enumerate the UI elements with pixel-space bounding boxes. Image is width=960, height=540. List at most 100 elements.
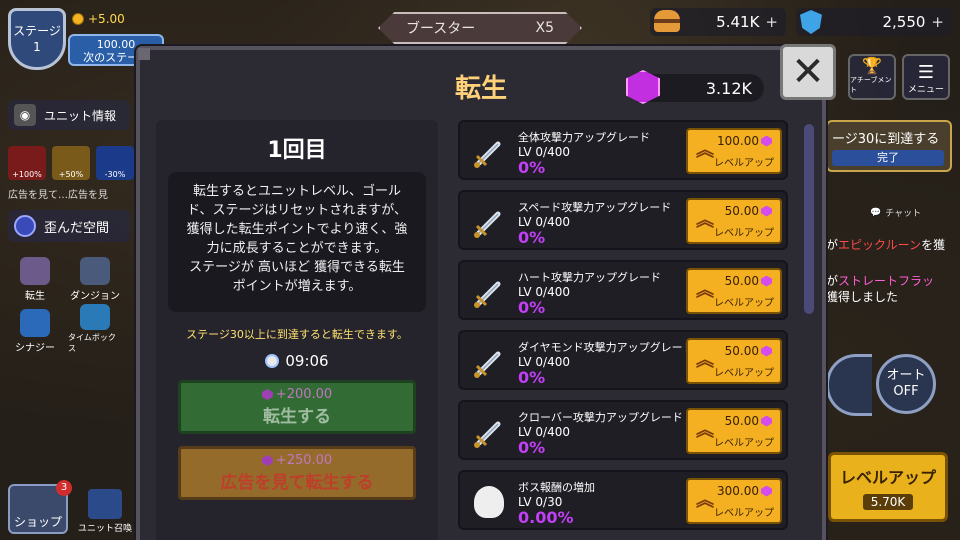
dungeon-menu-label: ダンジョン <box>70 291 120 302</box>
rebirth-info-panel: 1回目 転生するとユニットレベル、ゴール ド、ステージはリセットされますが、 獲… <box>156 120 438 540</box>
upgrade-percent: 0.00% <box>518 508 574 527</box>
rebirth-menu-label: 転生 <box>25 291 45 302</box>
unit-info-toggle[interactable]: ◉ ユニット情報 <box>8 100 130 130</box>
rebirth-reward: +200.00 <box>261 387 332 402</box>
chat-highlight: ストレートフラッ <box>838 274 935 288</box>
booster-bar[interactable]: ブースター X5 <box>378 12 582 44</box>
upgrade-cost-value: 50.00 <box>724 274 759 288</box>
upgrade-name: ダイヤモンド攻撃力アップグレード <box>518 341 694 354</box>
upgrade-row: ダイヤモンド攻撃力アップグレード LV 0/400 0% ︽ 50.00 レベルアップ <box>458 330 788 390</box>
upgrade-name: スペード攻撃力アップグレード <box>518 201 672 214</box>
dungeon-menu-button[interactable]: ダンジョン <box>68 252 122 302</box>
upgrade-levelup-button[interactable]: ︽ 100.00 レベルアップ <box>686 128 782 174</box>
upgrade-percent: 0% <box>518 298 546 317</box>
upgrade-levelup-button[interactable]: ︽ 50.00 レベルアップ <box>686 408 782 454</box>
double-chevron-up-icon: ︽ <box>696 420 714 441</box>
ad-rebirth-reward: +250.00 <box>261 453 333 468</box>
quest-panel[interactable]: ージ30に到達する 完了 <box>826 120 952 172</box>
upgrade-level: LV 0/400 <box>518 285 570 299</box>
modal-gem-counter: 3.12K <box>626 70 764 104</box>
gem-plus-icon[interactable]: + <box>931 13 944 31</box>
double-chevron-up-icon: ︽ <box>696 210 714 231</box>
gem-counter[interactable]: 2,550 + <box>796 8 952 36</box>
rebirth-button-label: 転生する <box>263 407 331 427</box>
upgrade-level: LV 0/400 <box>518 425 570 439</box>
upgrade-cost: 100.00 <box>717 134 772 148</box>
booster-label: ブースター <box>406 21 476 37</box>
upgrade-cost-value: 50.00 <box>724 414 759 428</box>
upgrade-name: ハート攻撃力アップグレード <box>518 271 661 284</box>
double-chevron-up-icon: ︽ <box>696 280 714 301</box>
upgrade-levelup-button[interactable]: ︽ 50.00 レベルアップ <box>686 338 782 384</box>
achievement-button[interactable]: 🏆 アチーブメント <box>848 54 896 100</box>
stage-badge[interactable]: ステージ 1 <box>8 8 66 70</box>
skull-icon <box>474 486 504 518</box>
gold-per-value: +5.00 <box>88 12 125 26</box>
cooldown-buff-value: -30% <box>104 170 126 179</box>
flag-icon <box>88 489 122 519</box>
upgrade-level: LV 0/30 <box>518 495 563 509</box>
upgrade-cost-value: 100.00 <box>717 134 759 148</box>
gold-counter[interactable]: 5.41K + <box>650 8 786 36</box>
upgrade-cost: 50.00 <box>725 344 772 358</box>
upgrade-cost: 300.00 <box>717 484 772 498</box>
gold-plus-icon[interactable]: + <box>765 13 778 31</box>
gem-icon <box>761 485 772 497</box>
upgrade-levelup-button[interactable]: ︽ 50.00 レベルアップ <box>686 198 782 244</box>
upgrade-percent: 0% <box>518 158 546 177</box>
timebox-menu-button[interactable]: タイムボックス <box>68 304 122 354</box>
ad-rebirth-button-label: 広告を見て転生する <box>220 473 374 493</box>
distorted-space-button[interactable]: 歪んだ空間 <box>8 210 130 242</box>
gold-buff[interactable]: +50% <box>52 146 90 180</box>
main-levelup-button[interactable]: レベルアップ 5.70K <box>828 452 948 522</box>
rebirth-round: 1回目 <box>267 138 327 163</box>
menu-button[interactable]: ☰ メニュー <box>902 54 950 100</box>
attack-buff[interactable]: +100% <box>8 146 46 180</box>
cooldown-buff[interactable]: -30% <box>96 146 134 180</box>
gem-icon <box>761 135 772 147</box>
upgrade-row: ハート攻撃力アップグレード LV 0/400 0% ︽ 50.00 レベルアップ <box>458 260 788 320</box>
gem-resource-icon <box>800 10 822 34</box>
gem-icon <box>261 455 273 466</box>
shop-notification-badge: 3 <box>56 480 72 496</box>
chat-text: が <box>826 238 839 252</box>
main-levelup-cost: 5.70K <box>862 494 914 510</box>
upgrade-level: LV 0/400 <box>518 215 570 229</box>
timer-value: 09:06 <box>285 352 329 370</box>
portal-icon <box>14 215 36 237</box>
auto-toggle-button[interactable]: オート OFF <box>876 354 936 414</box>
unit-summon-button[interactable]: ユニット召喚 <box>76 484 134 534</box>
upgrade-button-label: レベルアップ <box>714 158 774 169</box>
book-icon <box>20 309 50 337</box>
rebirth-menu-button[interactable]: 転生 <box>8 252 62 302</box>
chat-header[interactable]: 💬 チャット <box>870 206 921 220</box>
upgrade-levelup-button[interactable]: ︽ 300.00 レベルアップ <box>686 478 782 524</box>
frame-corner <box>138 48 150 60</box>
stopwatch-icon <box>265 354 280 368</box>
upgrade-button-label: レベルアップ <box>714 368 774 379</box>
sword-icon <box>472 136 506 170</box>
upgrade-levelup-button[interactable]: ︽ 50.00 レベルアップ <box>686 268 782 314</box>
sword-icon <box>472 346 506 380</box>
booster-multiplier: X5 <box>535 20 555 36</box>
upgrade-button-label: レベルアップ <box>714 228 774 239</box>
upgrade-row: クローバー攻撃力アップグレード LV 0/400 0% ︽ 50.00 レベルアップ <box>458 400 788 460</box>
upgrade-list[interactable]: 全体攻撃力アップグレード LV 0/400 0% ︽ 100.00 レベルアップ スペード攻… <box>458 120 796 540</box>
quest-done-button[interactable]: 完了 <box>832 150 944 166</box>
upgrade-cost-value: 300.00 <box>717 484 759 498</box>
chat-icon: 💬 <box>870 207 882 218</box>
ad-rebirth-button[interactable]: +250.00 広告を見て転生する <box>178 446 416 500</box>
gold-resource-icon <box>654 10 680 32</box>
shop-button[interactable]: 3 ショップ <box>8 480 72 534</box>
ad-rebirth-reward-value: +250.00 <box>275 453 333 468</box>
upgrade-name: ボス報酬の増加 <box>518 481 595 494</box>
unit-summon-label: ユニット召喚 <box>77 524 132 534</box>
list-scrollbar[interactable] <box>804 124 814 314</box>
chat-text: を獲 <box>921 238 946 252</box>
synergy-menu-button[interactable]: シナジー <box>8 304 62 354</box>
rebirth-button[interactable]: +200.00 転生する <box>178 380 416 434</box>
gem-icon <box>761 205 772 217</box>
stage-number: 1 <box>33 40 41 54</box>
upgrade-button-label: レベルアップ <box>714 438 774 449</box>
close-button[interactable]: ✕ <box>780 44 836 100</box>
